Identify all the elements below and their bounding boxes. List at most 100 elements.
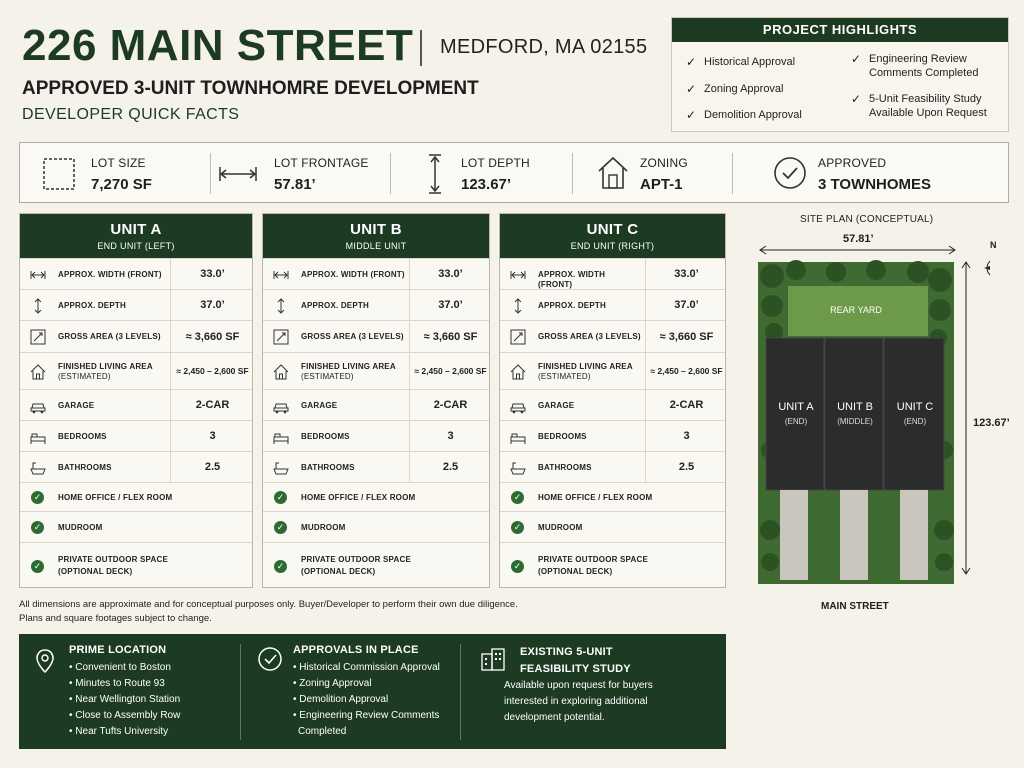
fact-approved: APPROVED 3 TOWNHOMES: [732, 143, 1010, 204]
spec-row: GARAGE 2-CAR: [20, 389, 252, 420]
project-highlights-title: PROJECT HIGHLIGHTS: [672, 18, 1008, 42]
spec-row: APPROX. DEPTH 37.0’: [500, 289, 725, 320]
spec-row: FINISHED LIVING AREA (ESTIMATED) ≈ 2,450 –…: [263, 352, 489, 389]
spec-value: 3: [645, 421, 727, 451]
site-unit-b-sub: (MIDDLE): [837, 417, 873, 426]
highlight-item: ✓ Zoning Approval: [686, 82, 784, 96]
unit-card-c: UNIT C END UNIT (RIGHT) APPROX. WIDTH (F…: [499, 213, 726, 588]
feature-label: HOME OFFICE / FLEX ROOM: [58, 493, 173, 502]
check-icon: ✓: [511, 521, 524, 534]
unit-name: UNIT A: [110, 221, 162, 238]
spec-row: FINISHED LIVING AREA (ESTIMATED) ≈ 2,450 –…: [500, 352, 725, 389]
spec-label: APPROX. WIDTH (FRONT): [301, 270, 405, 279]
spec-value: 33.0’: [645, 259, 727, 289]
bed-icon: [273, 429, 289, 445]
fact-lot-size: LOT SIZE 7,270 SF: [20, 143, 210, 204]
area-icon: [273, 329, 289, 345]
feature-row: ✓ HOME OFFICE / FLEX ROOM: [263, 482, 489, 511]
unit-card-header: UNIT A END UNIT (LEFT): [20, 214, 252, 258]
spec-value: 3: [409, 421, 491, 451]
unit-card-b: UNIT B MIDDLE UNIT APPROX. WIDTH (FRONT)…: [262, 213, 490, 588]
unit-name: UNIT C: [586, 221, 639, 238]
prime-location-title: PRIME LOCATION: [69, 644, 167, 656]
spec-label: FINISHED LIVING AREA (ESTIMATED): [58, 362, 153, 381]
house-icon: [598, 156, 628, 189]
spec-value: 2.5: [409, 452, 491, 482]
site-plan-title: SITE PLAN (CONCEPTUAL): [800, 214, 934, 225]
spec-label: BATHROOMS: [58, 463, 112, 472]
approvals-list: • Historical Commission Approval • Zonin…: [293, 662, 440, 737]
site-unit-a-label: UNIT A: [778, 401, 814, 413]
spec-row: FINISHED LIVING AREA (ESTIMATED) ≈ 2,450 –…: [20, 352, 252, 389]
spec-value: 2-CAR: [645, 390, 727, 420]
unit-type: END UNIT (RIGHT): [570, 241, 655, 251]
check-icon: ✓: [274, 491, 287, 504]
site-unit-a-sub: (END): [785, 417, 808, 426]
spec-label: FINISHED LIVING AREA (ESTIMATED): [538, 362, 633, 381]
feature-row: ✓ MUDROOM: [20, 511, 252, 542]
spec-row: BATHROOMS 2.5: [20, 451, 252, 482]
area-icon: [30, 329, 46, 345]
car-icon: [273, 398, 289, 414]
project-highlights-box: PROJECT HIGHLIGHTS ✓ Historical Approval …: [671, 17, 1009, 132]
title-divider: [420, 30, 422, 66]
bottom-info-panel: PRIME LOCATION • Convenient to Boston • …: [19, 634, 726, 749]
depth-icon: [273, 298, 289, 314]
location-text: MEDFORD, MA 02155: [440, 36, 648, 58]
bed-icon: [30, 429, 46, 445]
house-icon: [510, 364, 526, 380]
highlight-item: ✓ Historical Approval: [686, 55, 796, 69]
check-circle-icon: [774, 157, 806, 189]
unit-card-a: UNIT A END UNIT (LEFT) APPROX. WIDTH (FR…: [19, 213, 253, 588]
spec-row: APPROX. WIDTH (FRONT) 33.0’: [263, 258, 489, 289]
spec-value: 37.0’: [645, 290, 727, 320]
bath-icon: [510, 460, 526, 476]
lot-size-icon: [43, 158, 75, 190]
checkmark-icon: ✓: [686, 108, 697, 122]
feature-label: PRIVATE OUTDOOR SPACE (OPTIONAL DECK): [538, 555, 648, 576]
feature-label: PRIVATE OUTDOOR SPACE (OPTIONAL DECK): [58, 555, 168, 576]
spec-value: 2-CAR: [170, 390, 254, 420]
spec-value: 33.0’: [409, 259, 491, 289]
check-icon: ✓: [31, 521, 44, 534]
bath-icon: [30, 460, 46, 476]
site-unit-c-label: UNIT C: [897, 401, 934, 413]
building-unit-a: [765, 337, 825, 491]
feasibility-study-text: Available upon request for buyers intere…: [504, 680, 653, 723]
unit-card-header: UNIT B MIDDLE UNIT: [263, 214, 489, 258]
spec-label: GARAGE: [538, 401, 575, 410]
spec-value: ≈ 2,450 – 2,600 SF: [409, 353, 491, 389]
prime-location-list: • Convenient to Boston • Minutes to Rout…: [69, 662, 181, 737]
building-unit-c: [883, 337, 945, 491]
spec-row: APPROX. WIDTH (FRONT) 33.0’: [20, 258, 252, 289]
lot-facts-bar: LOT SIZE 7,270 SF LOT FRONTAGE 57.81’ LO…: [19, 142, 1009, 203]
spec-row: APPROX. DEPTH 37.0’: [263, 289, 489, 320]
checkmark-icon: ✓: [686, 82, 697, 96]
feature-row: ✓ MUDROOM: [263, 511, 489, 542]
spec-row: APPROX. DEPTH 37.0’: [20, 289, 252, 320]
feature-label: HOME OFFICE / FLEX ROOM: [301, 493, 416, 502]
spec-label: APPROX. DEPTH: [58, 301, 126, 310]
spec-label: GROSS AREA (3 LEVELS): [301, 332, 404, 341]
check-icon: ✓: [511, 491, 524, 504]
unit-card-header: UNIT C END UNIT (RIGHT): [500, 214, 725, 258]
highlight-item: ✓ 5-Unit Feasibility Study Available Upon …: [851, 92, 987, 119]
compass-icon: [984, 260, 990, 276]
spec-label: GARAGE: [301, 401, 338, 410]
fact-lot-depth: LOT DEPTH 123.67’: [390, 143, 572, 204]
driveway-b: [840, 490, 868, 580]
checkmark-icon: ✓: [851, 52, 862, 66]
spec-row: BATHROOMS 2.5: [500, 451, 725, 482]
spec-label: APPROX. DEPTH: [538, 301, 606, 310]
spec-row: GARAGE 2-CAR: [263, 389, 489, 420]
width-icon: [510, 267, 526, 283]
disclaimer: All dimensions are approximate and for c…: [19, 599, 518, 624]
check-icon: ✓: [31, 491, 44, 504]
house-icon: [30, 364, 46, 380]
development-subtitle: APPROVED 3-UNIT TOWNHOMRE DEVELOPMENT: [22, 78, 479, 99]
car-icon: [30, 398, 46, 414]
location-pin-icon: [36, 649, 54, 674]
width-icon: [30, 267, 46, 283]
check-icon: ✓: [274, 521, 287, 534]
highlight-item: ✓ Demolition Approval: [686, 108, 802, 122]
